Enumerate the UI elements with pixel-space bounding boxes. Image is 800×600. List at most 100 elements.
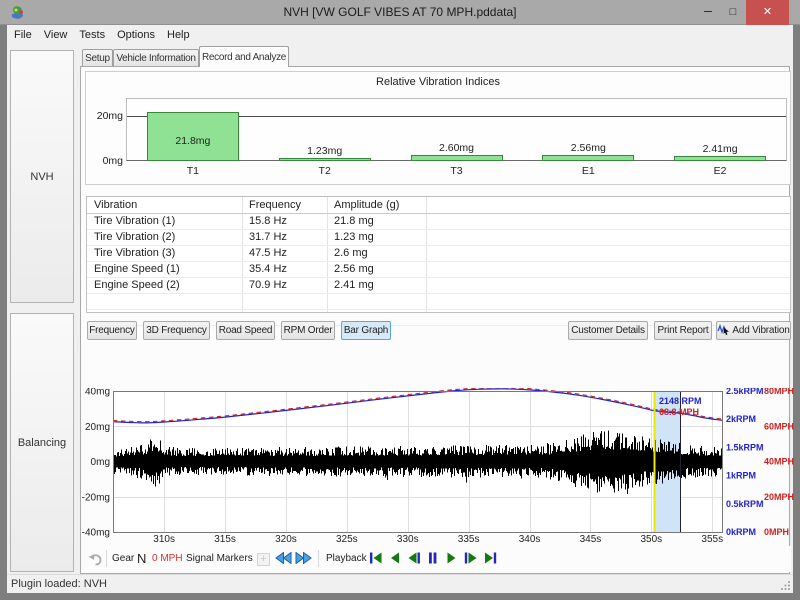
maximize-button[interactable]: □ <box>722 0 744 25</box>
bar-e2 <box>674 156 766 161</box>
button-add-vibration[interactable]: Add Vibration <box>716 321 791 340</box>
table-row[interactable]: Engine Speed (1)35.4 Hz2.56 mg <box>87 262 790 278</box>
svg-text:-20mg: -20mg <box>82 492 110 503</box>
svg-text:60MPH: 60MPH <box>764 421 794 431</box>
bar-t2 <box>279 158 371 161</box>
sidebar-item-balancing[interactable]: Balancing <box>10 313 74 572</box>
vibration-table[interactable]: Vibration Frequency Amplitude (g) Tire Vibr… <box>86 196 791 313</box>
column-header[interactable]: Vibration <box>94 199 137 211</box>
table-cell: 31.7 Hz <box>249 231 287 243</box>
step-back-icon[interactable] <box>407 552 421 564</box>
markers-previous-icon[interactable] <box>275 552 292 564</box>
svg-text:-40mg: -40mg <box>82 528 110 539</box>
table-cell: Tire Vibration (1) <box>94 215 175 227</box>
bar-e1 <box>542 155 634 161</box>
undo-icon[interactable] <box>88 553 103 566</box>
button-3d-frequency[interactable]: 3D Frequency <box>143 321 210 340</box>
bar-value-label: 2.60mg <box>411 142 503 154</box>
tab-setup[interactable]: Setup <box>82 49 113 67</box>
skip-to-end-icon[interactable] <box>483 552 497 564</box>
svg-text:315s: 315s <box>214 534 236 545</box>
play-reverse-icon[interactable] <box>388 552 402 564</box>
bar-category-label: E1 <box>542 165 634 177</box>
button-frequency[interactable]: Frequency <box>87 321 137 340</box>
table-cell: Tire Vibration (3) <box>94 247 175 259</box>
pause-icon[interactable] <box>426 552 440 564</box>
button-customer-details[interactable]: Customer Details <box>568 321 648 340</box>
add-marker-button[interactable]: + <box>257 553 270 566</box>
resize-grip[interactable] <box>781 580 791 590</box>
window-frame-left <box>0 25 7 593</box>
tab-vehicle-information[interactable]: Vehicle Information <box>113 49 199 67</box>
speed-value: 0 MPH <box>152 553 183 564</box>
bar-category-label: T2 <box>279 165 371 177</box>
table-row[interactable]: Tire Vibration (3)47.5 Hz2.6 mg <box>87 246 790 262</box>
table-cell: 2.41 mg <box>334 279 374 291</box>
table-row <box>87 294 790 310</box>
svg-text:335s: 335s <box>458 534 480 545</box>
table-row[interactable]: Tire Vibration (1)15.8 Hz21.8 mg <box>87 214 790 230</box>
markers-next-icon[interactable] <box>295 552 312 564</box>
status-text: Plugin loaded: NVH <box>11 578 107 590</box>
svg-text:1kRPM: 1kRPM <box>726 471 756 481</box>
bar-value-label: 2.56mg <box>542 142 634 154</box>
svg-text:320s: 320s <box>275 534 297 545</box>
menu-tests[interactable]: Tests <box>73 25 111 46</box>
bar-chart-ytick-20mg: 20mg <box>86 110 123 122</box>
bar-t3 <box>411 155 503 161</box>
skip-to-start-icon[interactable] <box>369 552 383 564</box>
gear-label: Gear <box>112 553 134 564</box>
table-cell: Engine Speed (2) <box>94 279 180 291</box>
menu-options[interactable]: Options <box>111 25 161 46</box>
column-header[interactable]: Amplitude (g) <box>334 199 399 211</box>
table-cell: 2.56 mg <box>334 263 374 275</box>
add-vibration-icon <box>717 324 730 335</box>
table-cell: 15.8 Hz <box>249 215 287 227</box>
svg-text:20mg: 20mg <box>85 422 110 433</box>
menu-bar: FileViewTestsOptionsHelp <box>7 25 793 46</box>
svg-text:40MPH: 40MPH <box>764 457 794 467</box>
button-bar-graph[interactable]: Bar Graph <box>341 321 391 340</box>
window-title: NVH [VW GOLF VIBES AT 70 MPH.pddata] <box>0 0 800 25</box>
bar-category-label: E2 <box>674 165 766 177</box>
bar-value-label: 1.23mg <box>279 145 371 157</box>
play-icon[interactable] <box>445 552 459 564</box>
svg-text:0mg: 0mg <box>91 457 110 468</box>
step-forward-icon[interactable] <box>464 552 478 564</box>
menu-file[interactable]: File <box>8 25 38 46</box>
table-row[interactable]: Tire Vibration (2)31.7 Hz1.23 mg <box>87 230 790 246</box>
button-rpm-order[interactable]: RPM Order <box>281 321 335 340</box>
status-bar: Plugin loaded: NVH <box>7 574 793 593</box>
svg-text:310s: 310s <box>153 534 175 545</box>
bar-value-label: 2.41mg <box>674 143 766 155</box>
svg-text:0kRPM: 0kRPM <box>726 527 756 537</box>
table-cell: Engine Speed (1) <box>94 263 180 275</box>
tab-record-and-analyze[interactable]: Record and Analyze <box>199 46 289 67</box>
svg-text:20MPH: 20MPH <box>764 492 794 502</box>
sidebar-balancing-label: Balancing <box>18 437 66 449</box>
svg-text:355s: 355s <box>701 534 723 545</box>
title-bar: NVH [VW GOLF VIBES AT 70 MPH.pddata] – □… <box>0 0 800 25</box>
svg-text:2.5kRPM: 2.5kRPM <box>726 388 764 396</box>
menu-help[interactable]: Help <box>161 25 196 46</box>
waveform-chart[interactable]: 2148 RPM68.8 MPH40mg20mg0mg-20mg-40mg310… <box>75 388 797 548</box>
svg-text:68.8 MPH: 68.8 MPH <box>659 407 699 417</box>
svg-text:340s: 340s <box>519 534 541 545</box>
signal-markers-label: Signal Markers <box>186 553 253 564</box>
application-window: { "window": { "title": "NVH [VW GOLF VIB… <box>0 0 800 600</box>
table-cell: Tire Vibration (2) <box>94 231 175 243</box>
svg-text:0.5kRPM: 0.5kRPM <box>726 499 764 509</box>
window-frame-bottom <box>0 593 800 600</box>
table-row[interactable]: Engine Speed (2)70.9 Hz2.41 mg <box>87 278 790 294</box>
column-header[interactable]: Frequency <box>249 199 301 211</box>
sidebar-item-nvh[interactable]: NVH <box>10 50 74 303</box>
button-print-report[interactable]: Print Report <box>654 321 712 340</box>
bar-chart-plot: 21.8mgT11.23mgT22.60mgT32.56mgE12.41mgE2 <box>126 98 787 161</box>
minimize-button[interactable]: – <box>697 0 719 25</box>
menu-view[interactable]: View <box>38 25 74 46</box>
bar-value-label: 21.8mg <box>147 135 239 147</box>
close-button[interactable]: ✕ <box>746 0 789 25</box>
button-road-speed[interactable]: Road Speed <box>216 321 275 340</box>
playback-toolbar: Gear N 0 MPH Signal Markers + Playback <box>85 546 791 572</box>
playback-label: Playback <box>326 553 367 564</box>
